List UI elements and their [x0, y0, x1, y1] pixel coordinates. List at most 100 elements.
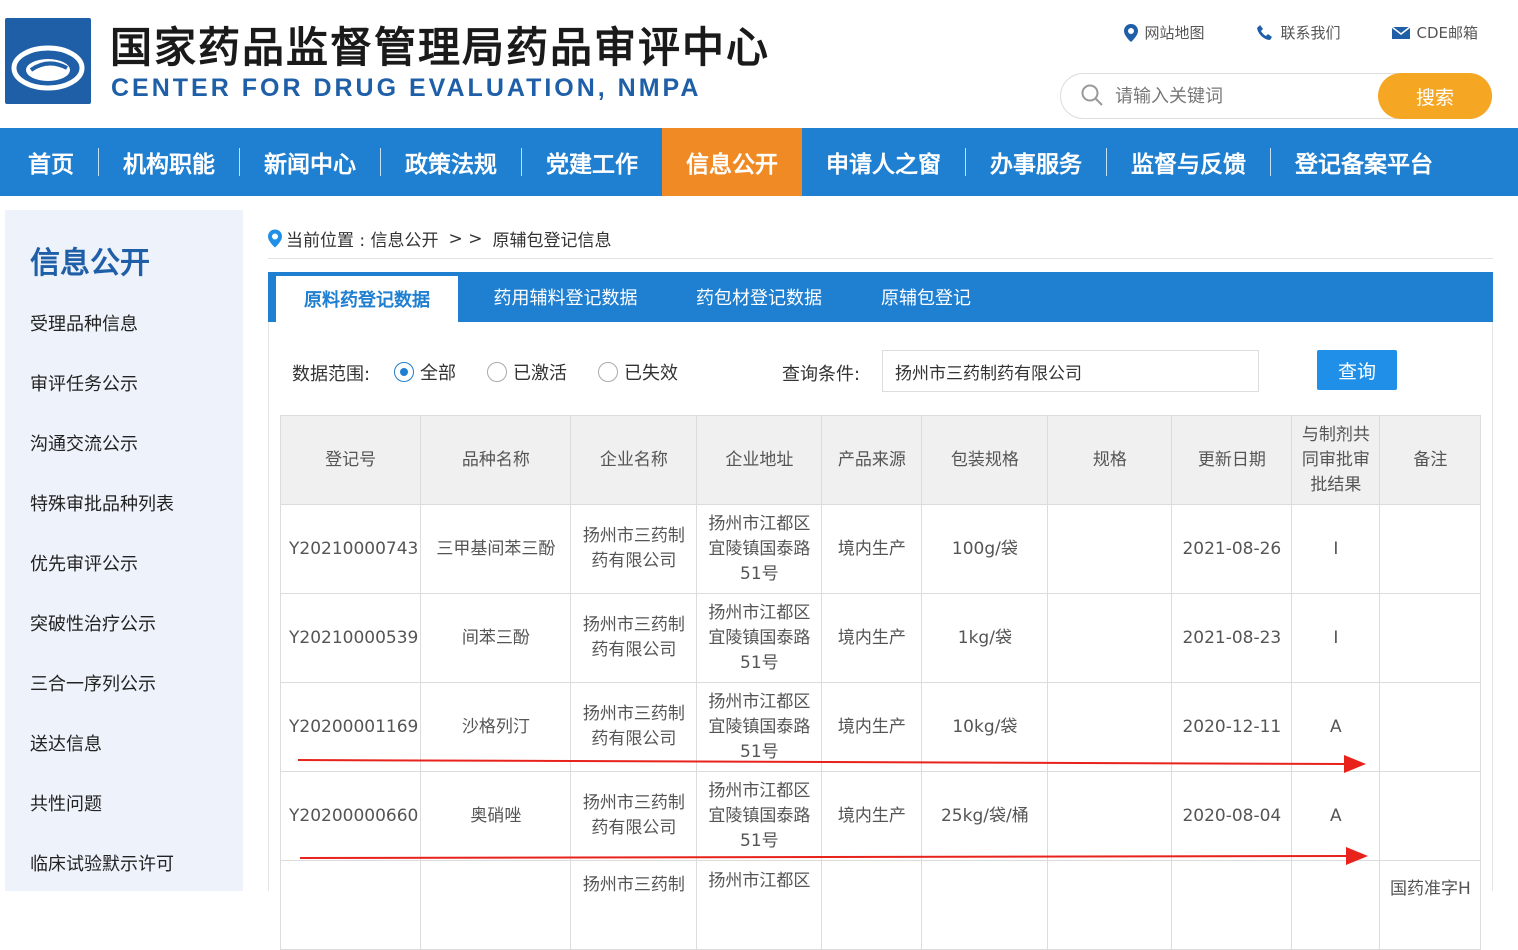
header-spec: 规格: [1047, 415, 1173, 505]
radio-active-dot[interactable]: [487, 362, 507, 382]
sitemap-link-label: 网站地图: [1144, 24, 1205, 42]
cell-remarks: [1379, 771, 1482, 861]
contact-link[interactable]: 联系我们: [1256, 22, 1340, 43]
cell-product-name: [420, 860, 572, 950]
radio-active-label: 已激活: [513, 363, 567, 384]
breadcrumb: 当前位置 : 信息公开 > > 原辅包登记信息: [268, 226, 611, 251]
results-table: 登记号 品种名称 企业名称 企业地址 产品来源 包装规格 规格 更新日期 与制剂…: [279, 415, 1482, 950]
cell-joint-review-result: I: [1291, 593, 1381, 683]
sidebar-item-priority-review[interactable]: 优先审评公示: [30, 550, 138, 576]
sidebar-item-three-in-one[interactable]: 三合一序列公示: [30, 670, 156, 696]
cell-company-address: 扬州市江都区宜陵镇国泰路51号: [696, 771, 823, 861]
table-row[interactable]: Y20210000539 间苯三酚 扬州市三药制药有限公司 扬州市江都区宜陵镇国…: [279, 593, 1482, 683]
search-icon: [1081, 84, 1103, 106]
cell-company-address: 扬州市江都区宜陵镇国泰路51号: [696, 593, 823, 683]
cell-source: [821, 860, 923, 950]
sitemap-link[interactable]: 网站地图: [1124, 22, 1204, 43]
sidebar-item-review-tasks[interactable]: 审评任务公示: [30, 370, 138, 396]
nav-info-public[interactable]: 信息公开: [662, 128, 802, 196]
cell-remarks: [1379, 682, 1482, 772]
cell-company-name: 扬州市三药制药有限公司: [570, 504, 698, 594]
cell-reg-no[interactable]: Y20200000660: [279, 771, 422, 861]
cde-mail-link-label: CDE邮箱: [1416, 24, 1478, 42]
table-row[interactable]: Y20200000660 奥硝唑 扬州市三药制药有限公司 扬州市江都区宜陵镇国泰…: [279, 771, 1482, 861]
sidebar-item-accepted[interactable]: 受理品种信息: [30, 310, 138, 336]
phone-icon: [1257, 24, 1273, 40]
cell-spec: [1047, 504, 1173, 594]
sidebar-item-delivery[interactable]: 送达信息: [30, 730, 102, 756]
cell-packaging: 1kg/袋: [921, 593, 1049, 683]
search-button[interactable]: 搜索: [1378, 73, 1492, 119]
radio-active[interactable]: 已激活: [487, 359, 567, 385]
cell-company-name: 扬州市三药制药有限公司: [570, 682, 698, 772]
nav-organization[interactable]: 机构职能: [99, 128, 239, 196]
cde-mail-link[interactable]: CDE邮箱: [1392, 22, 1478, 43]
cell-reg-no[interactable]: Y20200001169: [279, 682, 422, 772]
sidebar-item-breakthrough[interactable]: 突破性治疗公示: [30, 610, 156, 636]
cell-source: 境内生产: [821, 682, 923, 772]
query-button[interactable]: 查询: [1317, 350, 1397, 390]
cell-packaging: [921, 860, 1049, 950]
header-company-name: 企业名称: [570, 415, 698, 505]
breadcrumb-prefix[interactable]: 当前位置 : 信息公开: [286, 226, 439, 251]
header-reg-no: 登记号: [279, 415, 422, 505]
sidebar-item-clinical-trial[interactable]: 临床试验默示许可: [30, 850, 174, 876]
mail-icon: [1392, 25, 1411, 39]
radio-expired-dot[interactable]: [598, 362, 618, 382]
header-packaging: 包装规格: [921, 415, 1049, 505]
cell-remarks: 国药准字H: [1379, 860, 1482, 950]
tab-bar: 原料药登记数据 药用辅料登记数据 药包材登记数据 原辅包登记: [268, 272, 1493, 322]
cell-product-name: 沙格列汀: [420, 682, 572, 772]
cell-packaging: 100g/袋: [921, 504, 1049, 594]
nav-party[interactable]: 党建工作: [522, 128, 662, 196]
cell-update-date: 2021-08-26: [1171, 504, 1293, 594]
sidebar-item-common-issues[interactable]: 共性问题: [30, 790, 102, 816]
cell-spec: [1047, 771, 1173, 861]
table-row[interactable]: Y20210000743 三甲基间苯三酚 扬州市三药制药有限公司 扬州市江都区宜…: [279, 504, 1482, 594]
location-pin-icon: [268, 229, 282, 248]
cell-reg-no[interactable]: Y20210000539: [279, 593, 422, 683]
cell-remarks: [1379, 504, 1482, 594]
cell-update-date: 2020-08-04: [1171, 771, 1293, 861]
breadcrumb-divider: [268, 258, 1493, 259]
nav-news[interactable]: 新闻中心: [240, 128, 380, 196]
nav-policy[interactable]: 政策法规: [381, 128, 521, 196]
sidebar-title: 信息公开: [30, 246, 150, 281]
tab-api-data[interactable]: 原料药登记数据: [276, 276, 458, 322]
cell-reg-no[interactable]: [279, 860, 422, 950]
header-product-name: 品种名称: [420, 415, 572, 505]
radio-all-dot[interactable]: [394, 362, 414, 382]
condition-label: 查询条件:: [782, 364, 861, 385]
cell-joint-review-result: [1291, 860, 1381, 950]
condition-input[interactable]: [882, 350, 1259, 392]
tab-packaging-data[interactable]: 药包材登记数据: [673, 272, 845, 322]
radio-all[interactable]: 全部: [394, 359, 456, 385]
logo-icon: [11, 45, 85, 91]
tab-registration[interactable]: 原辅包登记: [845, 272, 1007, 322]
nav-feedback[interactable]: 监督与反馈: [1107, 128, 1270, 196]
cell-spec: [1047, 682, 1173, 772]
nav-registration[interactable]: 登记备案平台: [1271, 128, 1457, 196]
radio-all-label: 全部: [420, 363, 456, 384]
site-header: 国家药品监督管理局药品审评中心 CENTER FOR DRUG EVALUATI…: [0, 0, 1518, 128]
tab-excipient-data[interactable]: 药用辅料登记数据: [458, 272, 673, 322]
sidebar-item-special-approval[interactable]: 特殊审批品种列表: [30, 490, 174, 516]
nav-home[interactable]: 首页: [0, 128, 98, 196]
cell-source: 境内生产: [821, 504, 923, 594]
cell-company-address: 扬州市江都区宜陵镇国泰路51号: [696, 682, 823, 772]
cell-spec: [1047, 593, 1173, 683]
breadcrumb-current: 原辅包登记信息: [492, 231, 612, 251]
nav-services[interactable]: 办事服务: [966, 128, 1106, 196]
site-title-cn: 国家药品监督管理局药品审评中心: [110, 23, 771, 72]
cell-update-date: 2020-12-11: [1171, 682, 1293, 772]
radio-expired-label: 已失效: [624, 363, 678, 384]
search-input[interactable]: [1115, 82, 1375, 110]
sidebar-item-communication[interactable]: 沟通交流公示: [30, 430, 138, 456]
cell-reg-no[interactable]: Y20210000743: [279, 504, 422, 594]
site-logo[interactable]: [5, 18, 91, 104]
nav-applicant[interactable]: 申请人之窗: [802, 128, 965, 196]
radio-expired[interactable]: 已失效: [598, 359, 678, 385]
table-row[interactable]: Y20200001169 沙格列汀 扬州市三药制药有限公司 扬州市江都区宜陵镇国…: [279, 682, 1482, 772]
cell-source: 境内生产: [821, 593, 923, 683]
table-row[interactable]: 扬州市三药制 扬州市江都区 国药准字H: [279, 860, 1482, 950]
